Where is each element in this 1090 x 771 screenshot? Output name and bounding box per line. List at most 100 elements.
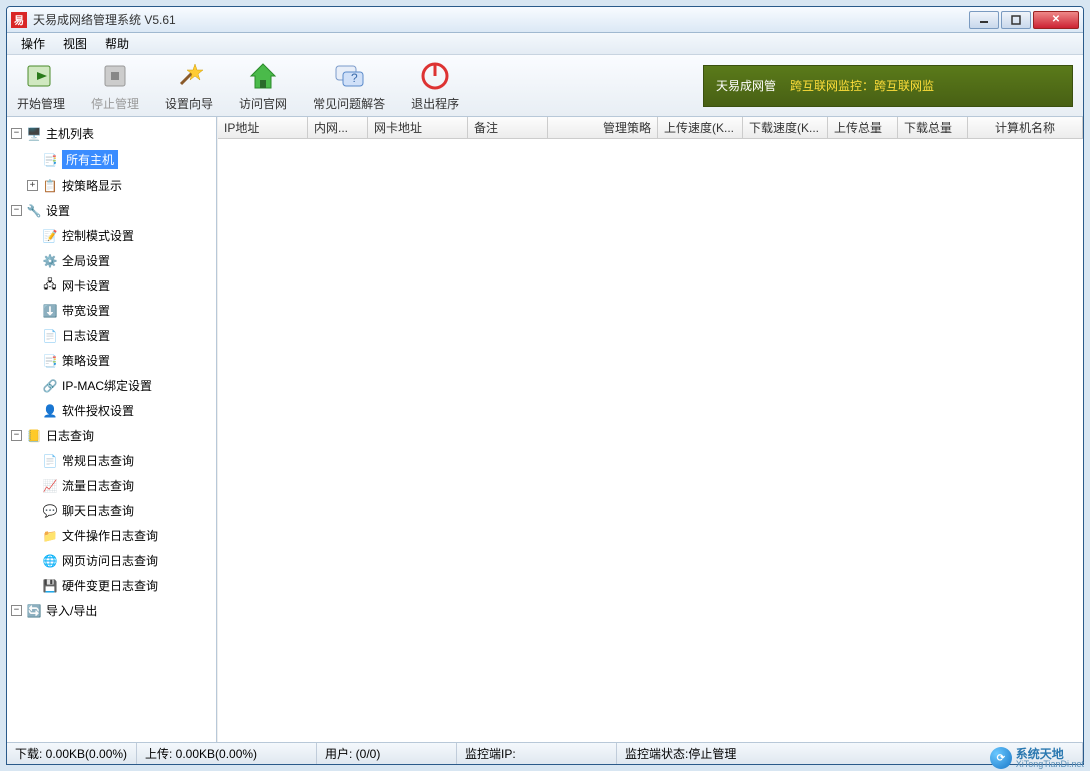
tree-hw-log[interactable]: 💾硬件变更日志查询 (7, 573, 216, 598)
status-monitor-state: 监控端状态:停止管理 (617, 743, 1083, 764)
chart-icon: 📈 (42, 478, 58, 494)
status-monitor-ip: 监控端IP: (457, 743, 617, 764)
tree-control-mode[interactable]: 📝控制模式设置 (7, 223, 216, 248)
tree-nic-settings[interactable]: 🖧网卡设置 (7, 273, 216, 298)
table-body[interactable] (218, 139, 1083, 742)
tree-traffic-log[interactable]: 📈流量日志查询 (7, 473, 216, 498)
nav-tree: − 🖥️ 主机列表 📑 所有主机 + 📋 按策略显示 − 🔧 (7, 121, 216, 623)
policy-icon: 📋 (42, 178, 58, 194)
collapse-icon[interactable]: − (11, 605, 22, 616)
tree-license-settings[interactable]: 👤软件授权设置 (7, 398, 216, 423)
tree-web-log[interactable]: 🌐网页访问日志查询 (7, 548, 216, 573)
transfer-icon: 🔄 (26, 603, 42, 619)
web-icon: 🌐 (42, 553, 58, 569)
wrench-icon: 🔧 (26, 203, 42, 219)
col-policy[interactable]: 管理策略 (548, 117, 658, 138)
chip-icon: 💾 (42, 578, 58, 594)
toolbar: 开始管理 停止管理 设置向导 访问官网 ? 常见问题解答 (7, 55, 1083, 117)
status-users: 用户: (0/0) (317, 743, 457, 764)
home-icon (247, 60, 279, 92)
wand-icon (173, 60, 205, 92)
menu-view[interactable]: 视图 (55, 33, 95, 54)
col-uptotal[interactable]: 上传总量 (828, 117, 898, 138)
menu-help[interactable]: 帮助 (97, 33, 137, 54)
wizard-button[interactable]: 设置向导 (165, 60, 213, 112)
tree-settings[interactable]: − 🔧 设置 (7, 198, 216, 223)
wizard-label: 设置向导 (165, 95, 213, 112)
log-icon: 📄 (42, 328, 58, 344)
col-upspeed[interactable]: 上传速度(K... (658, 117, 743, 138)
banner-slogan: 跨互联网监控：跨互联网监 (790, 77, 934, 94)
col-downtotal[interactable]: 下载总量 (898, 117, 968, 138)
tree-general-log[interactable]: 📄常规日志查询 (7, 448, 216, 473)
app-icon: 易 (11, 12, 27, 28)
computer-icon: 🖥️ (26, 126, 42, 142)
key-icon: 👤 (42, 403, 58, 419)
stop-icon (99, 60, 131, 92)
close-button[interactable]: ✕ (1033, 11, 1079, 29)
website-label: 访问官网 (239, 95, 287, 112)
col-mac[interactable]: 网卡地址 (368, 117, 468, 138)
banner: 天易成网管 跨互联网监控：跨互联网监 (703, 65, 1073, 107)
col-internal[interactable]: 内网... (308, 117, 368, 138)
window-controls: ✕ (969, 11, 1079, 29)
tree-global-settings[interactable]: ⚙️全局设置 (7, 248, 216, 273)
chat-icon: 💬 (42, 503, 58, 519)
col-remark[interactable]: 备注 (468, 117, 548, 138)
tree-import-export[interactable]: − 🔄 导入/导出 (7, 598, 216, 623)
start-manage-label: 开始管理 (17, 95, 65, 112)
col-pcname[interactable]: 计算机名称 (968, 117, 1083, 138)
exit-label: 退出程序 (411, 95, 459, 112)
doc-icon: 📄 (42, 453, 58, 469)
tree-ipmac-settings[interactable]: 🔗IP-MAC绑定设置 (7, 373, 216, 398)
faq-label: 常见问题解答 (313, 95, 385, 112)
menubar: 操作 视图 帮助 (7, 33, 1083, 55)
collapse-icon[interactable]: − (11, 430, 22, 441)
tree-all-hosts[interactable]: 📑 所有主机 (7, 146, 216, 173)
banner-brand: 天易成网管 (716, 77, 776, 94)
tree-log-settings[interactable]: 📄日志设置 (7, 323, 216, 348)
sidebar[interactable]: − 🖥️ 主机列表 📑 所有主机 + 📋 按策略显示 − 🔧 (7, 117, 217, 742)
tree-policy-settings[interactable]: 📑策略设置 (7, 348, 216, 373)
content-area: − 🖥️ 主机列表 📑 所有主机 + 📋 按策略显示 − 🔧 (7, 117, 1083, 742)
status-download: 下载: 0.00KB(0.00%) (7, 743, 137, 764)
speed-icon: ⬇️ (42, 303, 58, 319)
statusbar: 下载: 0.00KB(0.00%) 上传: 0.00KB(0.00%) 用户: … (7, 742, 1083, 764)
list-icon: 📑 (42, 152, 58, 168)
tree-hosts[interactable]: − 🖥️ 主机列表 (7, 121, 216, 146)
start-manage-button[interactable]: 开始管理 (17, 60, 65, 112)
main-panel: IP地址 内网... 网卡地址 备注 管理策略 上传速度(K... 下载速度(K… (217, 117, 1083, 742)
titlebar: 易 天易成网络管理系统 V5.61 ✕ (7, 7, 1083, 33)
tree-logs[interactable]: − 📒 日志查询 (7, 423, 216, 448)
tree-chat-log[interactable]: 💬聊天日志查询 (7, 498, 216, 523)
table-header: IP地址 内网... 网卡地址 备注 管理策略 上传速度(K... 下载速度(K… (218, 117, 1083, 139)
collapse-icon[interactable]: − (11, 128, 22, 139)
menu-operate[interactable]: 操作 (13, 33, 53, 54)
logbook-icon: 📒 (26, 428, 42, 444)
col-ip[interactable]: IP地址 (218, 117, 308, 138)
tree-bandwidth-settings[interactable]: ⬇️带宽设置 (7, 298, 216, 323)
window-title: 天易成网络管理系统 V5.61 (33, 11, 176, 28)
rules-icon: 📑 (42, 353, 58, 369)
collapse-icon[interactable]: − (11, 205, 22, 216)
stop-manage-label: 停止管理 (91, 95, 139, 112)
file-icon: 📁 (42, 528, 58, 544)
exit-button[interactable]: 退出程序 (411, 60, 459, 112)
maximize-button[interactable] (1001, 11, 1031, 29)
tree-fileop-log[interactable]: 📁文件操作日志查询 (7, 523, 216, 548)
nic-icon: 🖧 (42, 278, 58, 294)
status-upload: 上传: 0.00KB(0.00%) (137, 743, 317, 764)
minimize-button[interactable] (969, 11, 999, 29)
stop-manage-button: 停止管理 (91, 60, 139, 112)
col-downspeed[interactable]: 下载速度(K... (743, 117, 828, 138)
play-icon (25, 60, 57, 92)
chat-icon: ? (333, 60, 365, 92)
svg-text:?: ? (351, 71, 358, 85)
faq-button[interactable]: ? 常见问题解答 (313, 60, 385, 112)
power-icon (419, 60, 451, 92)
expand-icon[interactable]: + (27, 180, 38, 191)
tree-by-policy[interactable]: + 📋 按策略显示 (7, 173, 216, 198)
app-window: 易 天易成网络管理系统 V5.61 ✕ 操作 视图 帮助 开始管理 (6, 6, 1084, 765)
website-button[interactable]: 访问官网 (239, 60, 287, 112)
gear-icon: 📝 (42, 228, 58, 244)
